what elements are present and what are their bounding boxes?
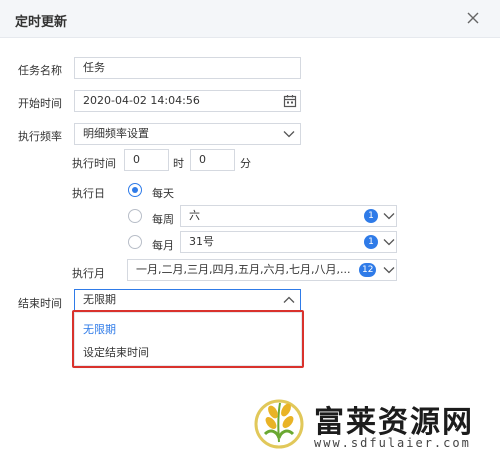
watermark-brand: 富莱资源网 <box>314 405 474 440</box>
weekly-radio[interactable] <box>128 209 142 223</box>
watermark-logo-icon <box>254 399 304 449</box>
daily-radio[interactable] <box>128 183 142 197</box>
exec-day-label: 执行日 <box>72 187 105 200</box>
monthly-value: 31号 <box>189 235 214 248</box>
watermark-url: www.sdfulaier.com <box>314 436 471 450</box>
close-icon[interactable] <box>464 9 482 27</box>
frequency-select[interactable]: 明细频率设置 <box>74 123 301 145</box>
exec-time-label: 执行时间 <box>72 157 116 170</box>
chevron-down-icon[interactable] <box>383 238 395 246</box>
end-time-value: 无限期 <box>83 293 116 306</box>
weekly-radio-label: 每周 <box>152 213 174 226</box>
start-time-input[interactable]: 2020-04-02 14:04:56 <box>74 90 301 112</box>
exec-month-select[interactable]: 一月,二月,三月,四月,五月,六月,七月,八月,... <box>127 259 397 281</box>
exec-minute-input[interactable]: 0 <box>190 149 235 171</box>
chevron-down-icon[interactable] <box>383 266 395 274</box>
task-name-label: 任务名称 <box>18 64 62 77</box>
dropdown-option-unlimited[interactable]: 无限期 <box>83 321 116 337</box>
monthly-radio[interactable] <box>128 235 142 249</box>
chevron-down-icon[interactable] <box>283 130 295 138</box>
calendar-icon[interactable] <box>283 94 297 108</box>
dropdown-option-set-end-time[interactable]: 设定结束时间 <box>83 344 149 360</box>
start-time-label: 开始时间 <box>18 97 62 110</box>
scheduled-update-dialog: 定时更新 任务名称 任务 开始时间 2020-04-02 14:04:56 执行… <box>0 0 500 456</box>
dialog-title: 定时更新 <box>15 15 68 30</box>
weekly-value: 六 <box>189 209 200 222</box>
minute-unit-label: 分 <box>240 157 251 170</box>
hour-unit-label: 时 <box>173 157 184 170</box>
chevron-down-icon[interactable] <box>383 212 395 220</box>
dialog-header: 定时更新 <box>0 0 500 38</box>
weekly-count-badge: 1 <box>364 209 378 223</box>
chevron-up-icon[interactable] <box>283 296 295 304</box>
daily-radio-label: 每天 <box>152 187 174 200</box>
end-time-select[interactable]: 无限期 <box>74 289 301 311</box>
start-time-value: 2020-04-02 14:04:56 <box>83 94 200 107</box>
frequency-label: 执行频率 <box>18 130 62 143</box>
month-count-badge: 12 <box>359 263 377 277</box>
monthly-radio-label: 每月 <box>152 239 174 252</box>
end-time-dropdown: 无限期 设定结束时间 <box>74 312 302 366</box>
exec-hour-input[interactable]: 0 <box>124 149 169 171</box>
exec-month-value: 一月,二月,三月,四月,五月,六月,七月,八月,... <box>136 263 351 276</box>
task-name-input[interactable]: 任务 <box>74 57 301 79</box>
frequency-value: 明细频率设置 <box>83 127 149 140</box>
exec-month-label: 执行月 <box>72 267 105 280</box>
monthly-count-badge: 1 <box>364 235 378 249</box>
end-time-label: 结束时间 <box>18 297 62 310</box>
